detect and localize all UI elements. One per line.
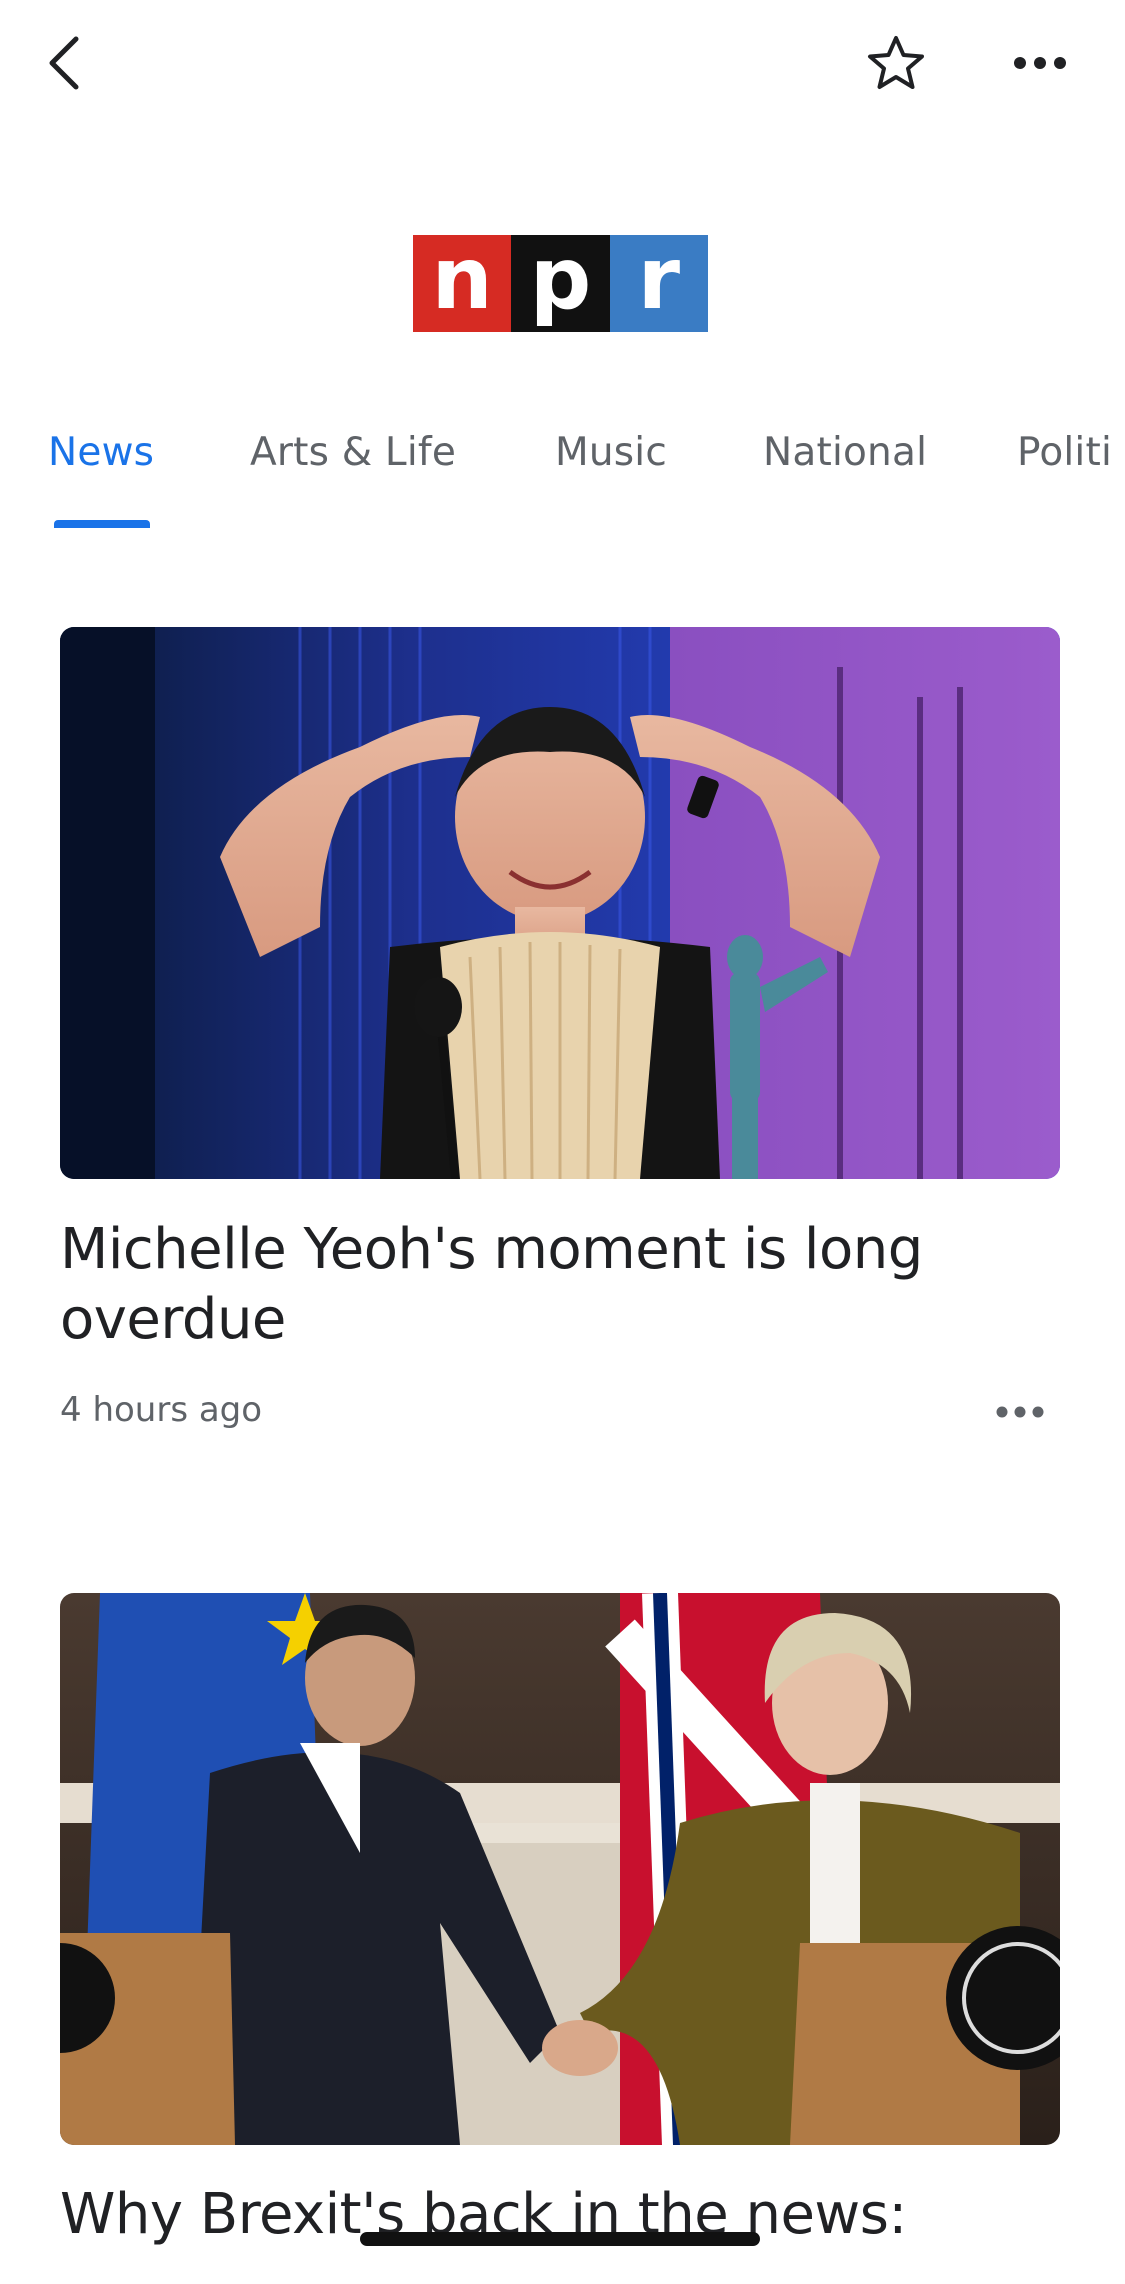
tab-arts-life[interactable]: Arts & Life bbox=[250, 430, 456, 475]
top-bar bbox=[0, 0, 1125, 130]
article-photo-handshake bbox=[60, 1593, 1060, 2145]
more-horizontal-icon bbox=[996, 1406, 1044, 1418]
chevron-left-icon bbox=[49, 36, 79, 90]
article-timestamp: 4 hours ago bbox=[60, 1390, 263, 1430]
article-photo-stage bbox=[60, 627, 1060, 1179]
favorite-button[interactable] bbox=[851, 18, 941, 108]
more-options-button[interactable] bbox=[995, 18, 1085, 108]
logo-letter-n: n bbox=[413, 235, 512, 332]
article-more-button[interactable] bbox=[980, 1372, 1060, 1452]
tab-politics[interactable]: Politi bbox=[1017, 430, 1112, 475]
more-horizontal-icon bbox=[1014, 57, 1066, 69]
logo-letter-r: r bbox=[609, 235, 708, 332]
active-tab-indicator bbox=[54, 520, 150, 528]
section-tabs: News Arts & Life Music National Politi bbox=[0, 420, 1125, 535]
logo-letter-p: p bbox=[511, 235, 610, 332]
tab-national[interactable]: National bbox=[763, 430, 927, 475]
star-outline-icon bbox=[868, 36, 924, 89]
back-button[interactable] bbox=[20, 18, 110, 108]
home-indicator[interactable] bbox=[360, 2232, 760, 2246]
article-image[interactable] bbox=[60, 1593, 1060, 2145]
npr-logo: n p r bbox=[413, 235, 708, 332]
tab-music[interactable]: Music bbox=[555, 430, 667, 475]
article-headline[interactable]: Michelle Yeoh's moment is long overdue bbox=[60, 1215, 1020, 1355]
article-image[interactable] bbox=[60, 627, 1060, 1179]
tab-news[interactable]: News bbox=[48, 430, 154, 475]
